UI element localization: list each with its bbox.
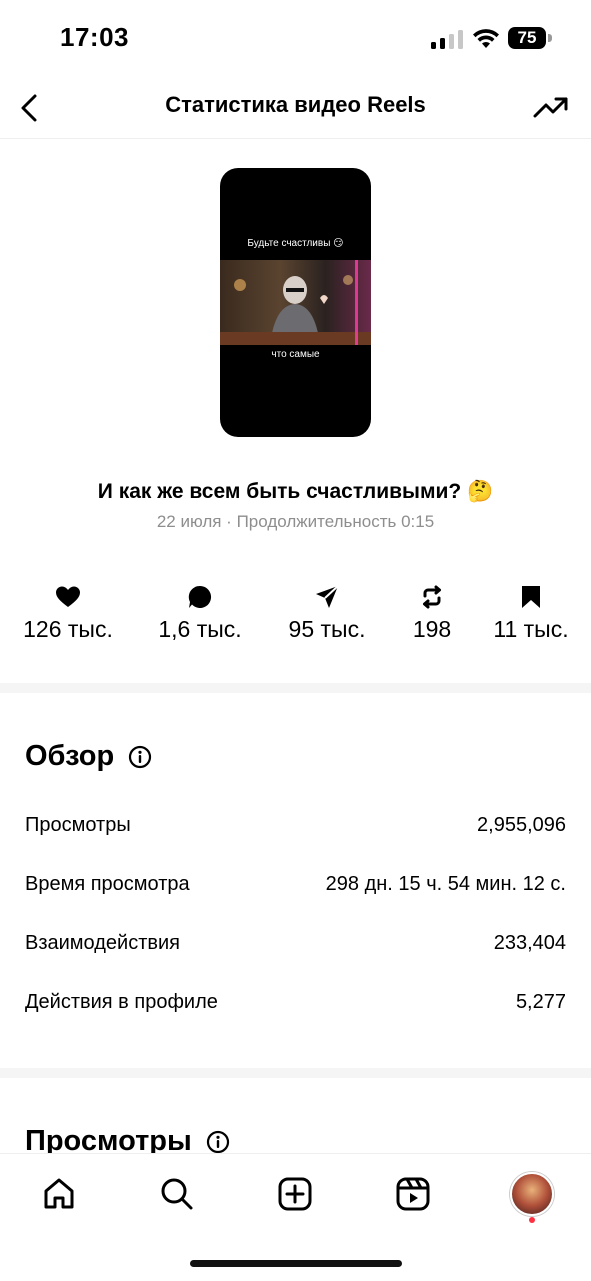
comment-icon xyxy=(188,585,212,608)
trending-button[interactable] xyxy=(531,88,571,128)
post-meta: 22 июля · Продолжительность 0:15 xyxy=(156,512,435,531)
wifi-icon xyxy=(473,29,499,48)
share-icon xyxy=(316,585,339,608)
overview-row-watch-time: Время просмотра 298 дн. 15 ч. 54 мин. 12… xyxy=(25,869,566,899)
tab-home[interactable] xyxy=(35,1170,83,1218)
trending-up-icon xyxy=(533,97,568,118)
metric-likes: 126 тыс. xyxy=(8,580,128,643)
info-icon[interactable] xyxy=(128,745,152,769)
repost-icon xyxy=(423,585,441,609)
thumbnail-scene-graphic xyxy=(220,260,371,345)
battery-level: 75 xyxy=(508,27,546,49)
tab-create[interactable] xyxy=(271,1170,319,1218)
thumbnail-top-text: Будьте счастливы 😏 xyxy=(247,238,344,249)
row-value: 233,404 xyxy=(493,931,566,954)
battery-tip xyxy=(548,34,552,42)
info-icon[interactable] xyxy=(206,1130,230,1154)
metric-saves: 11 тыс. xyxy=(471,580,591,643)
section-divider xyxy=(0,683,591,693)
home-indicator[interactable] xyxy=(190,1260,402,1267)
search-icon xyxy=(161,1178,193,1210)
saves-count: 11 тыс. xyxy=(493,616,569,642)
reels-icon xyxy=(396,1177,430,1211)
row-value: 2,955,096 xyxy=(477,813,566,836)
thumbnail-bottom-text: что самые xyxy=(271,349,320,360)
likes-count: 126 тыс. xyxy=(23,616,113,642)
overview-row-views: Просмотры 2,955,096 xyxy=(25,810,566,840)
row-label: Действия в профиле xyxy=(25,990,218,1013)
engagement-metrics: 126 тыс. 1,6 тыс. 95 тыс. 198 11 тыс. xyxy=(0,580,591,650)
overview-row-profile-actions: Действия в профиле 5,277 xyxy=(25,987,566,1017)
overview-title: Обзор xyxy=(25,740,115,772)
row-value: 5,277 xyxy=(515,990,566,1013)
reel-thumbnail[interactable]: Будьте счастливы 😏 что самые xyxy=(220,168,371,437)
bookmark-icon xyxy=(522,586,540,608)
notification-dot xyxy=(529,1217,535,1223)
row-label: Просмотры xyxy=(25,813,131,836)
metric-shares: 95 тыс. xyxy=(267,580,387,643)
create-icon xyxy=(278,1177,312,1211)
status-bar: 17:03 75 xyxy=(0,0,591,78)
tab-profile[interactable] xyxy=(508,1170,556,1218)
nav-header: Статистика видео Reels xyxy=(0,78,591,139)
battery-indicator: 75 xyxy=(508,27,552,49)
tab-search[interactable] xyxy=(153,1170,201,1218)
thumbnail-image xyxy=(220,260,371,345)
overview-section-title: Обзор xyxy=(25,740,152,773)
home-icon xyxy=(44,1178,74,1209)
signal-icon xyxy=(431,30,463,49)
shares-count: 95 тыс. xyxy=(288,616,366,642)
section-divider xyxy=(0,1068,591,1078)
comments-count: 1,6 тыс. xyxy=(158,616,242,642)
heart-icon xyxy=(56,586,80,607)
row-label: Время просмотра xyxy=(25,872,190,895)
row-label: Взаимодействия xyxy=(25,931,180,954)
post-caption: И как же всем быть счастливыми? 🤔 xyxy=(97,480,494,503)
status-time: 17:03 xyxy=(60,22,129,52)
metric-comments: 1,6 тыс. xyxy=(140,580,260,643)
profile-avatar xyxy=(510,1172,554,1216)
row-value: 298 дн. 15 ч. 54 мин. 12 с. xyxy=(325,872,566,895)
overview-row-interactions: Взаимодействия 233,404 xyxy=(25,928,566,958)
tab-reels[interactable] xyxy=(389,1170,437,1218)
page-title: Статистика видео Reels xyxy=(165,92,426,117)
